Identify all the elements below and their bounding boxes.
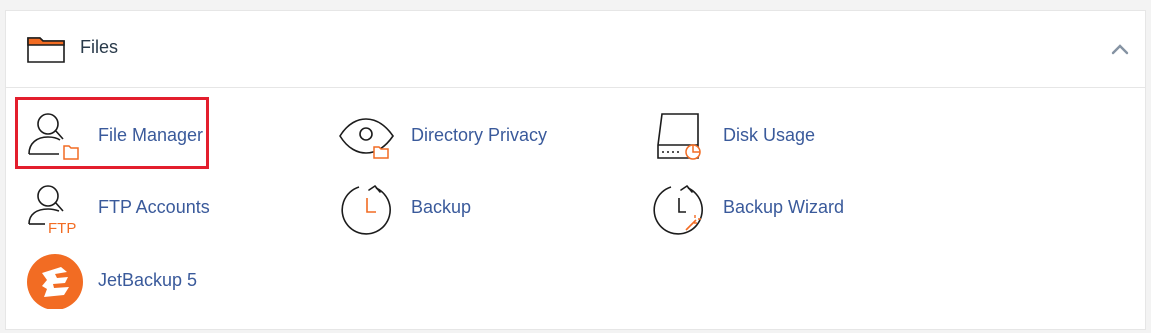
jetbackup-logo-icon [27, 254, 83, 309]
ftp-accounts-label: FTP Accounts [98, 197, 210, 217]
directory-privacy-label: Directory Privacy [411, 125, 548, 145]
backup-clock-icon [341, 185, 391, 235]
files-section-header[interactable]: Files [6, 11, 1145, 88]
folder-icon [27, 37, 65, 63]
disk-usage-label: Disk Usage [723, 125, 816, 145]
section-title: Files [80, 37, 119, 57]
backup-link[interactable]: Backup [336, 180, 516, 236]
chevron-up-icon[interactable] [1110, 42, 1130, 56]
disk-usage-link[interactable]: Disk Usage [648, 108, 828, 164]
hard-drive-icon [657, 113, 701, 160]
jetbackup-label: JetBackup 5 [98, 270, 198, 290]
jetbackup-link[interactable]: JetBackup 5 [23, 253, 213, 309]
backup-wizard-icon [653, 185, 703, 235]
ftp-accounts-link[interactable]: FTP FTP Accounts [23, 180, 223, 236]
backup-wizard-label: Backup Wizard [723, 197, 845, 217]
directory-privacy-link[interactable]: Directory Privacy [336, 108, 566, 164]
backup-label: Backup [411, 197, 472, 217]
selection-highlight [15, 97, 209, 169]
backup-wizard-link[interactable]: Backup Wizard [648, 180, 868, 236]
ftp-icon-text: FTP [48, 220, 76, 236]
ftp-user-icon: FTP [28, 185, 76, 236]
eye-icon [339, 118, 394, 159]
